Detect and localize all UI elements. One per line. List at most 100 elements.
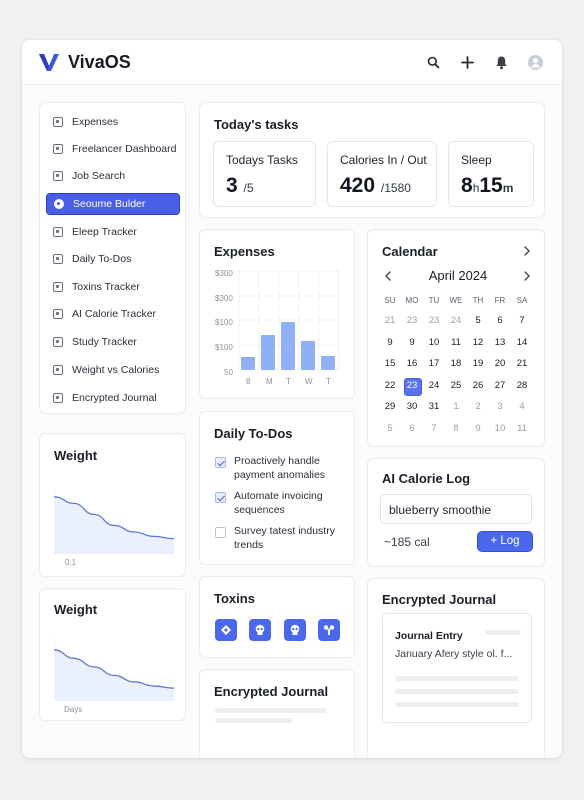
expenses-title: Expenses bbox=[214, 244, 275, 259]
calendar-day[interactable]: 12 bbox=[467, 335, 489, 351]
x-tick-label: T bbox=[286, 377, 291, 386]
calendar-day[interactable]: 7 bbox=[423, 421, 445, 437]
log-calories-button[interactable]: + Log bbox=[477, 531, 533, 552]
stat-calories-in-out[interactable]: Calories In / Out 420 /1580 bbox=[327, 141, 437, 207]
plus-icon[interactable] bbox=[457, 52, 477, 72]
calendar-day[interactable]: 10 bbox=[489, 421, 511, 437]
sidebar-item-label: Encrypted Journal bbox=[72, 392, 157, 404]
calendar-day[interactable]: 21 bbox=[379, 313, 401, 329]
calendar-day[interactable]: 8 bbox=[445, 421, 467, 437]
placeholder-line bbox=[395, 676, 519, 681]
resume-icon bbox=[54, 199, 64, 209]
calendar-day[interactable]: 11 bbox=[445, 335, 467, 351]
calendar-day[interactable]: 30 bbox=[401, 399, 423, 415]
stat-sleep[interactable]: Sleep 8h15m bbox=[448, 141, 534, 207]
biohazard-icon[interactable] bbox=[318, 619, 340, 641]
sidebar-item-expenses[interactable]: Expenses bbox=[46, 111, 180, 133]
calendar-day[interactable]: 9 bbox=[401, 335, 423, 351]
calendar-day[interactable]: 11 bbox=[511, 421, 533, 437]
sidebar-item-job-search[interactable]: Job Search bbox=[46, 165, 180, 187]
calendar-day[interactable]: 3 bbox=[489, 399, 511, 415]
calendar-day[interactable]: 4 bbox=[511, 399, 533, 415]
encrypted-journal-card: Encrypted Journal Journal Entry January … bbox=[367, 578, 545, 758]
chevron-left-icon[interactable] bbox=[382, 269, 394, 283]
calendar-day[interactable]: 31 bbox=[423, 399, 445, 415]
calendar-day[interactable]: 15 bbox=[379, 356, 401, 372]
todays-tasks-card: Today's tasks Todays Tasks 3 /5 Calories… bbox=[199, 102, 545, 218]
sidebar-item-sleep-tracker[interactable]: Eleep Tracker bbox=[46, 221, 180, 243]
sidebar-item-resume-builder[interactable]: Seoume Bulder bbox=[46, 193, 180, 215]
calendar-day[interactable]: 28 bbox=[511, 378, 533, 394]
todo-item[interactable]: Survey tatest industry trends bbox=[215, 524, 344, 552]
expense-bar bbox=[261, 335, 275, 370]
search-icon[interactable] bbox=[423, 52, 443, 72]
calendar-day[interactable]: 18 bbox=[445, 356, 467, 372]
calendar-day-selected[interactable]: 23 bbox=[401, 377, 423, 396]
calendar-day[interactable]: 21 bbox=[511, 356, 533, 372]
calendar-day[interactable]: 9 bbox=[379, 335, 401, 351]
sidebar-item-toxins-tracker[interactable]: Toxins Tracker bbox=[46, 276, 180, 298]
weight-line-chart bbox=[54, 488, 174, 554]
calendar-day[interactable]: 13 bbox=[489, 335, 511, 351]
calendar-day[interactable]: 23 bbox=[401, 313, 423, 329]
sidebar-item-study-tracker[interactable]: Study Tracker bbox=[46, 331, 180, 353]
calendar-day[interactable]: 1 bbox=[445, 399, 467, 415]
calendar-day[interactable]: 2 bbox=[467, 399, 489, 415]
todo-checkbox[interactable] bbox=[215, 492, 226, 503]
calendar-day[interactable]: 16 bbox=[401, 356, 423, 372]
calendar-day[interactable]: 14 bbox=[511, 335, 533, 351]
calendar-day[interactable]: 19 bbox=[467, 356, 489, 372]
calendar-day[interactable]: 23 bbox=[423, 313, 445, 329]
vivaos-logo-icon bbox=[39, 54, 59, 71]
sidebar-item-freelancer-dashboard[interactable]: Freelancer Dashboard bbox=[46, 138, 180, 160]
expense-bar bbox=[241, 357, 255, 370]
stat-todays-tasks[interactable]: Todays Tasks 3 /5 bbox=[213, 141, 316, 207]
skull-icon[interactable] bbox=[284, 619, 306, 641]
calendar-day[interactable]: 26 bbox=[467, 378, 489, 394]
calendar-day[interactable]: 7 bbox=[511, 313, 533, 329]
hazard-icon[interactable] bbox=[215, 619, 237, 641]
top-bar: VivaOS bbox=[22, 40, 562, 85]
sidebar-item-label: AI Calorie Tracker bbox=[72, 308, 157, 320]
sidebar-item-label: Daily To-Dos bbox=[72, 253, 132, 265]
calendar-day[interactable]: 20 bbox=[489, 356, 511, 372]
chevron-right-icon[interactable] bbox=[521, 269, 533, 283]
journal-entry-card[interactable]: Journal Entry January Afery style ol. f.… bbox=[382, 613, 532, 723]
user-avatar-icon[interactable] bbox=[525, 52, 545, 72]
calendar-day[interactable]: 6 bbox=[401, 421, 423, 437]
encrypted-journal-title: Encrypted Journal bbox=[214, 684, 329, 699]
sidebar-item-encrypted-journal[interactable]: Encrypted Journal bbox=[46, 387, 180, 409]
calendar-day[interactable]: 17 bbox=[423, 356, 445, 372]
calendar-day[interactable]: 5 bbox=[379, 421, 401, 437]
calendar-day[interactable]: 6 bbox=[489, 313, 511, 329]
encrypted-journal-card-small: Encrypted Journal bbox=[199, 669, 355, 758]
todo-checkbox[interactable] bbox=[215, 527, 226, 538]
calendar-day[interactable]: 22 bbox=[379, 378, 401, 394]
calendar-day[interactable]: 5 bbox=[467, 313, 489, 329]
todo-checkbox[interactable] bbox=[215, 457, 226, 468]
stat-label: Sleep bbox=[461, 153, 492, 167]
calendar-day[interactable]: 24 bbox=[445, 313, 467, 329]
calendar-day[interactable]: 29 bbox=[379, 399, 401, 415]
stat-label: Todays Tasks bbox=[226, 153, 298, 167]
calendar-day[interactable]: 9 bbox=[467, 421, 489, 437]
todo-item[interactable]: Proactively handle payment anomalies bbox=[215, 454, 344, 482]
toxins-card: Toxins bbox=[199, 576, 355, 658]
bell-icon[interactable] bbox=[491, 52, 511, 72]
skull-icon[interactable] bbox=[249, 619, 271, 641]
calendar-day[interactable]: 24 bbox=[423, 378, 445, 394]
todo-item[interactable]: Automate invoicing sequences bbox=[215, 489, 344, 517]
chevron-right-icon[interactable] bbox=[521, 244, 533, 258]
weight-card-title: Weight bbox=[54, 602, 98, 617]
calendar-day[interactable]: 25 bbox=[445, 378, 467, 394]
calendar-card: Calendar April 2024 SU MO TU WE TH FR SA 21 23 23… bbox=[367, 229, 545, 447]
sidebar-item-ai-calorie-tracker[interactable]: AI Calorie Tracker bbox=[46, 303, 180, 325]
briefcase-icon bbox=[53, 171, 63, 181]
calendar-day[interactable]: 27 bbox=[489, 378, 511, 394]
calorie-food-input[interactable]: blueberry smoothie bbox=[380, 494, 532, 524]
calendar-day[interactable]: 10 bbox=[423, 335, 445, 351]
sidebar-item-daily-todos[interactable]: Daily To-Dos bbox=[46, 248, 180, 270]
sidebar-item-weight-vs-calories[interactable]: Weight vs Calories bbox=[46, 359, 180, 381]
book-icon bbox=[53, 337, 63, 347]
calendar-weekday: WE bbox=[449, 296, 463, 305]
